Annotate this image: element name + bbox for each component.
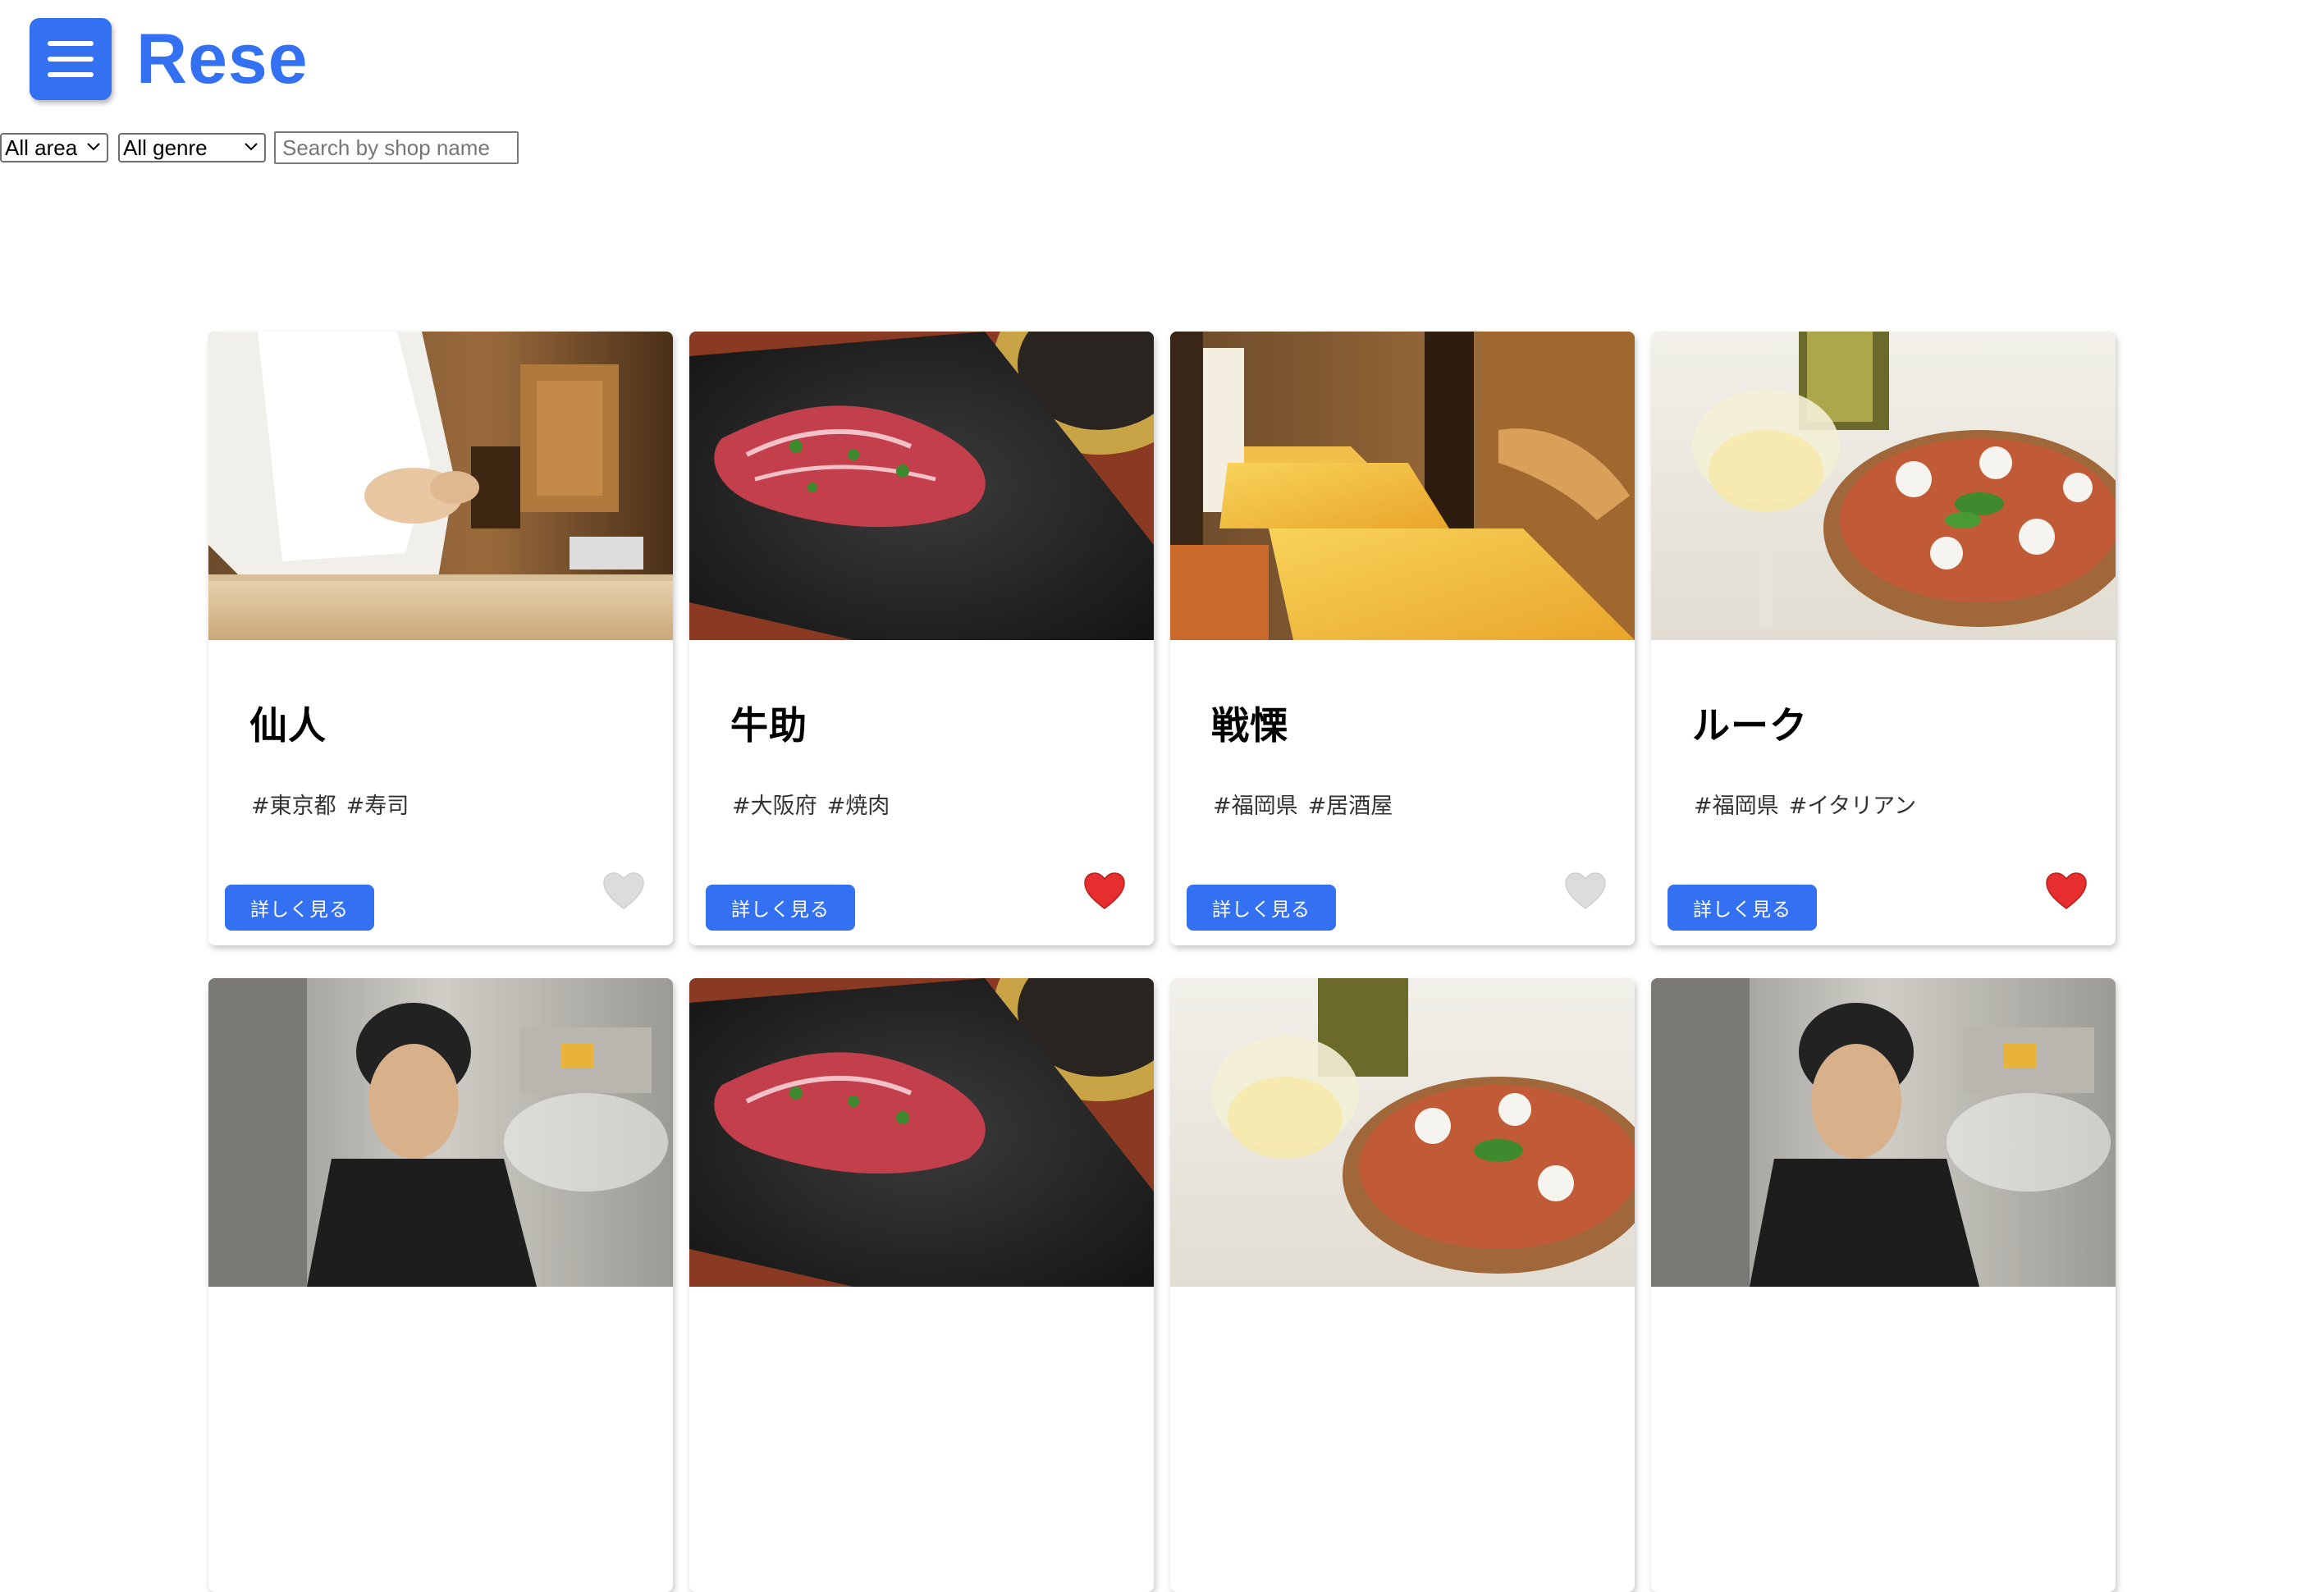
shop-photo (208, 332, 673, 640)
shop-photo (1170, 332, 1635, 640)
chevron-down-icon (245, 143, 258, 151)
chevron-down-icon (87, 143, 100, 151)
genre-tag[interactable]: #寿司 (346, 788, 409, 820)
view-details-button[interactable]: 詳しく見る (225, 885, 374, 931)
shop-card: ルーク #福岡県 #イタリアン 詳しく見る (1651, 332, 2116, 945)
favorite-heart-icon[interactable] (2045, 871, 2088, 911)
shop-name: 牛助 (730, 703, 807, 748)
shop-card: 牛助 #大阪府 #焼肉 詳しく見る (689, 332, 1154, 945)
favorite-heart-icon[interactable] (1564, 871, 1607, 911)
genre-tag[interactable]: #居酒屋 (1308, 788, 1393, 820)
shop-name-search-input[interactable] (274, 131, 519, 164)
shop-card-body: 仙人 #東京都 #寿司 詳しく見る (208, 640, 673, 945)
shop-card-grid: 仙人 #東京都 #寿司 詳しく見る 牛助 #大阪府 #焼肉 詳しく見る 戦慄 #… (208, 332, 2125, 1592)
shop-photo (689, 332, 1154, 640)
shop-photo (208, 978, 673, 1287)
shop-tags: #東京都 #寿司 (251, 788, 409, 820)
shop-card-body: 牛助 #大阪府 #焼肉 詳しく見る (689, 640, 1154, 945)
hamburger-menu-icon (48, 41, 94, 77)
hamburger-menu-button[interactable] (30, 18, 112, 100)
favorite-heart-icon[interactable] (602, 871, 645, 911)
shop-card-body: 戦慄 #福岡県 #居酒屋 詳しく見る (1170, 640, 1635, 945)
shop-card: 仙人 #東京都 #寿司 詳しく見る (208, 332, 673, 945)
app-title: Rese (136, 20, 309, 98)
favorite-heart-icon[interactable] (1083, 871, 1126, 911)
shop-tags: #大阪府 #焼肉 (732, 788, 890, 820)
area-tag[interactable]: #東京都 (251, 788, 336, 820)
search-filter-bar: All area All genre (0, 131, 519, 164)
genre-select[interactable]: All genre (118, 133, 266, 162)
area-tag[interactable]: #福岡県 (1213, 788, 1298, 820)
area-tag[interactable]: #大阪府 (732, 788, 817, 820)
area-tag[interactable]: #福岡県 (1694, 788, 1779, 820)
shop-card-body: ルーク #福岡県 #イタリアン 詳しく見る (1651, 640, 2116, 945)
genre-tag[interactable]: #イタリアン (1789, 788, 1916, 820)
shop-photo (1651, 978, 2116, 1287)
shop-photo (1170, 978, 1635, 1287)
area-select-value: All area (5, 135, 78, 160)
app-header: Rese (30, 18, 309, 100)
shop-photo (689, 978, 1154, 1287)
shop-name: 仙人 (249, 703, 327, 748)
shop-name: ルーク (1692, 703, 1808, 748)
shop-card: 戦慄 #福岡県 #居酒屋 詳しく見る (1170, 332, 1635, 945)
shop-card (208, 978, 673, 1592)
shop-tags: #福岡県 #居酒屋 (1213, 788, 1393, 820)
shop-card (1651, 978, 2116, 1592)
view-details-button[interactable]: 詳しく見る (706, 885, 855, 931)
shop-card (1170, 978, 1635, 1592)
view-details-button[interactable]: 詳しく見る (1187, 885, 1336, 931)
genre-tag[interactable]: #焼肉 (827, 788, 890, 820)
area-select[interactable]: All area (0, 133, 108, 162)
genre-select-value: All genre (123, 135, 208, 160)
shop-photo (1651, 332, 2116, 640)
shop-name: 戦慄 (1211, 703, 1288, 748)
shop-card (689, 978, 1154, 1592)
view-details-button[interactable]: 詳しく見る (1668, 885, 1817, 931)
shop-tags: #福岡県 #イタリアン (1694, 788, 1916, 820)
